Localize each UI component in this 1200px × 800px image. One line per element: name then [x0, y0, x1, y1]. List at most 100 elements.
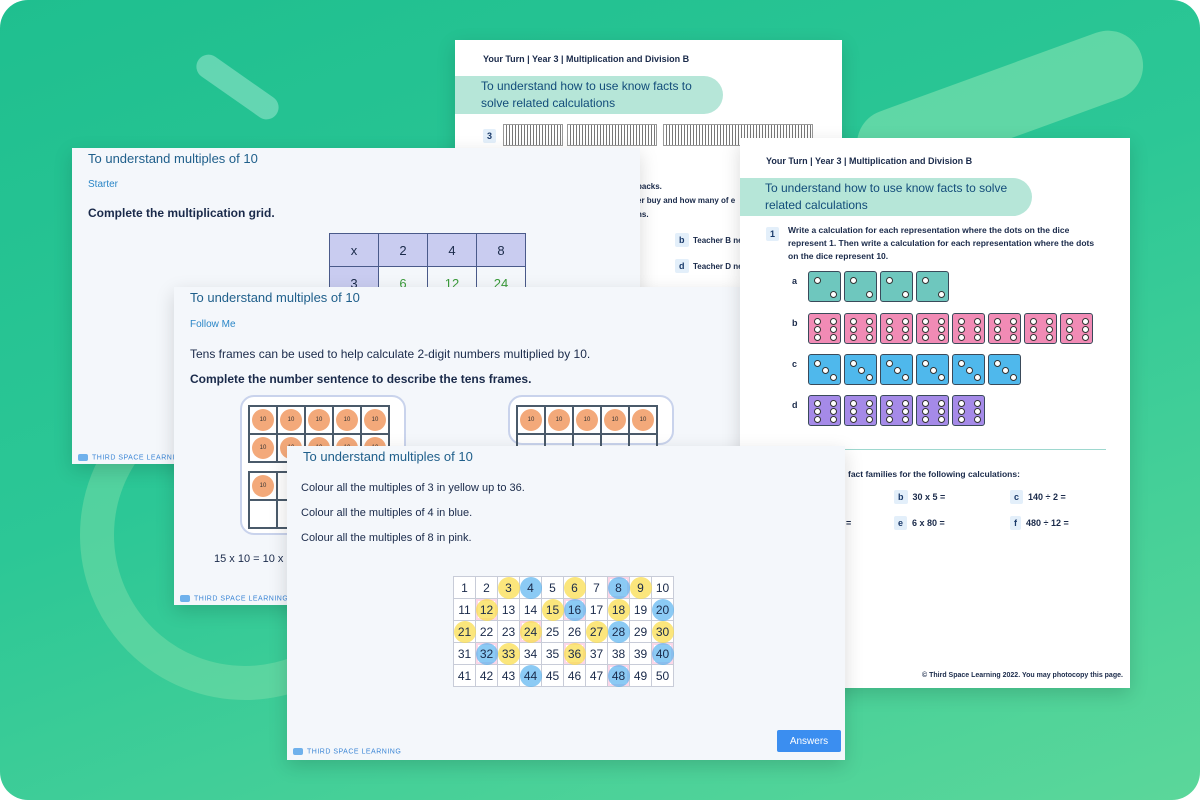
hundred-cell[interactable]: 13 — [497, 598, 520, 621]
hundred-cell[interactable]: 46 — [563, 664, 586, 687]
hundred-cell[interactable]: 22 — [475, 620, 498, 643]
hundred-cell[interactable]: 35 — [541, 642, 564, 665]
hundred-cell[interactable]: 27 — [585, 620, 609, 644]
pencil-pack — [567, 124, 657, 146]
die-icon — [916, 354, 949, 385]
die-icon — [880, 271, 913, 302]
counter-10: 10 — [520, 409, 542, 431]
hundred-cell[interactable]: 1 — [453, 576, 476, 599]
hundred-cell[interactable]: 32 — [475, 642, 499, 666]
stray-equals: = — [846, 518, 852, 528]
counter-10: 10 — [252, 437, 274, 459]
counter-10: 10 — [576, 409, 598, 431]
hundred-cell[interactable]: 41 — [453, 664, 476, 687]
hundred-cell[interactable]: 23 — [497, 620, 520, 643]
hundred-cell[interactable]: 10 — [651, 576, 674, 599]
part-b: b Teacher B ne — [675, 230, 743, 248]
die-icon — [808, 395, 841, 426]
calc-c: c 140 ÷ 2 = — [1010, 490, 1066, 504]
hundred-cell[interactable]: 26 — [563, 620, 586, 643]
hundred-cell[interactable]: 8 — [607, 576, 631, 600]
question-text: fact families for the following calculat… — [848, 469, 1020, 479]
dice-row — [808, 313, 1093, 344]
dice-row — [808, 354, 1021, 385]
brand-logo: THIRD SPACE LEARNING — [293, 748, 401, 755]
dice-row — [808, 271, 949, 302]
grid-cell: 2 — [378, 233, 428, 267]
die-icon — [952, 313, 985, 344]
hundred-cell[interactable]: 49 — [629, 664, 652, 687]
hundred-cell[interactable]: 38 — [607, 642, 630, 665]
hundred-cell[interactable]: 28 — [607, 620, 631, 644]
answers-button[interactable]: Answers — [777, 730, 841, 752]
counter-10: 10 — [364, 409, 386, 431]
pencil-pack — [503, 124, 563, 146]
hundred-cell[interactable]: 24 — [519, 620, 543, 644]
counter-10: 10 — [548, 409, 570, 431]
hundred-cell[interactable]: 48 — [607, 664, 631, 688]
hundred-cell[interactable]: 19 — [629, 598, 652, 621]
question-number: 1 — [766, 224, 780, 242]
slide-hundred-square: To understand multiples of 10 Colour all… — [287, 446, 845, 760]
hundred-cell[interactable]: 11 — [453, 598, 476, 621]
instruction-line: Colour all the multiples of 3 in yellow … — [301, 482, 525, 494]
slide-title: To understand multiples of 10 — [303, 449, 473, 464]
frame-cell: 10 — [573, 406, 601, 434]
hundred-cell[interactable]: 6 — [563, 576, 587, 600]
hundred-cell[interactable]: 7 — [585, 576, 608, 599]
dice-row — [808, 395, 985, 426]
hundred-cell[interactable]: 43 — [497, 664, 520, 687]
hundred-cell[interactable]: 45 — [541, 664, 564, 687]
hundred-cell[interactable]: 5 — [541, 576, 564, 599]
hundred-cell[interactable]: 16 — [563, 598, 587, 622]
hundred-cell[interactable]: 25 — [541, 620, 564, 643]
instruction: Complete the multiplication grid. — [88, 206, 275, 220]
counter-10: 10 — [308, 409, 330, 431]
worksheet-header: Your Turn | Year 3 | Multiplication and … — [766, 156, 973, 166]
row-label: b — [792, 318, 798, 328]
calc-b: b 30 x 5 = — [894, 490, 945, 504]
hundred-cell[interactable]: 31 — [453, 642, 476, 665]
hundred-cell[interactable]: 36 — [563, 642, 587, 666]
frame-cell: 10 — [277, 406, 305, 434]
die-icon — [916, 271, 949, 302]
text-line: er buy and how many of e — [637, 196, 736, 205]
frame-cell: 10 — [249, 434, 277, 462]
hundred-cell[interactable]: 39 — [629, 642, 652, 665]
hundred-cell[interactable]: 12 — [475, 598, 499, 622]
hundred-cell[interactable]: 18 — [607, 598, 631, 622]
frame-cell: 10 — [249, 472, 277, 500]
hundred-cell[interactable]: 34 — [519, 642, 542, 665]
hundred-cell[interactable]: 3 — [497, 576, 521, 600]
hundred-cell[interactable]: 42 — [475, 664, 498, 687]
hundred-cell[interactable]: 40 — [651, 642, 675, 666]
hundred-cell[interactable]: 29 — [629, 620, 652, 643]
frame-cell: 10 — [333, 406, 361, 434]
objective-band: To understand how to use know facts to s… — [740, 178, 1032, 216]
hundred-cell[interactable]: 17 — [585, 598, 608, 621]
hundred-cell[interactable]: 50 — [651, 664, 674, 687]
die-icon — [880, 354, 913, 385]
hundred-cell[interactable]: 30 — [651, 620, 675, 644]
hundred-cell[interactable]: 9 — [629, 576, 653, 600]
die-icon — [808, 271, 841, 302]
hundred-cell[interactable]: 15 — [541, 598, 565, 622]
objective-band: To understand how to use know facts to s… — [455, 76, 723, 114]
die-icon — [808, 354, 841, 385]
hundred-cell[interactable]: 47 — [585, 664, 608, 687]
die-icon — [988, 354, 1021, 385]
hundred-cell[interactable]: 21 — [453, 620, 477, 644]
hundred-cell[interactable]: 44 — [519, 664, 543, 688]
die-icon — [916, 395, 949, 426]
hundred-cell[interactable]: 2 — [475, 576, 498, 599]
worksheet-header: Your Turn | Year 3 | Multiplication and … — [483, 54, 690, 64]
counter-10: 10 — [252, 409, 274, 431]
slide-title: To understand multiples of 10 — [88, 151, 258, 166]
hundred-cell[interactable]: 37 — [585, 642, 608, 665]
hundred-cell[interactable]: 33 — [497, 642, 521, 666]
die-icon — [952, 354, 985, 385]
hundred-cell[interactable]: 14 — [519, 598, 542, 621]
hundred-cell[interactable]: 20 — [651, 598, 675, 622]
hundred-cell[interactable]: 4 — [519, 576, 543, 600]
die-icon — [916, 313, 949, 344]
